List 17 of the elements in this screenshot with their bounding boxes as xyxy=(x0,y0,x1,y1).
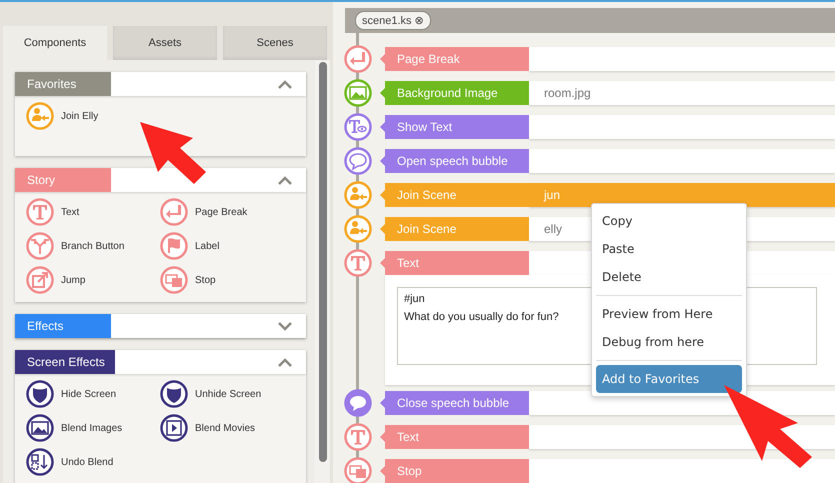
item-label: Hide Screen xyxy=(61,388,116,400)
item-label: Jump xyxy=(61,274,86,286)
item-label: Unhide Screen xyxy=(195,388,262,400)
file-name: scene1.ks xyxy=(362,14,412,26)
section-title: Screen Effects xyxy=(15,350,115,374)
section-title: Story xyxy=(15,168,111,192)
item-label: Label xyxy=(195,240,220,252)
item-label: Stop xyxy=(195,274,216,286)
item-label: Blend Images xyxy=(61,422,122,434)
item-label: Text xyxy=(61,206,80,218)
item-label: Branch Button xyxy=(61,240,124,252)
item-label: Blend Movies xyxy=(195,422,256,434)
section-title: Favorites xyxy=(15,72,111,96)
section-title: Effects xyxy=(15,314,111,338)
item-label: Undo Blend xyxy=(61,456,114,468)
item-label: Join Elly xyxy=(61,110,98,122)
item-label: Page Break xyxy=(195,206,248,218)
